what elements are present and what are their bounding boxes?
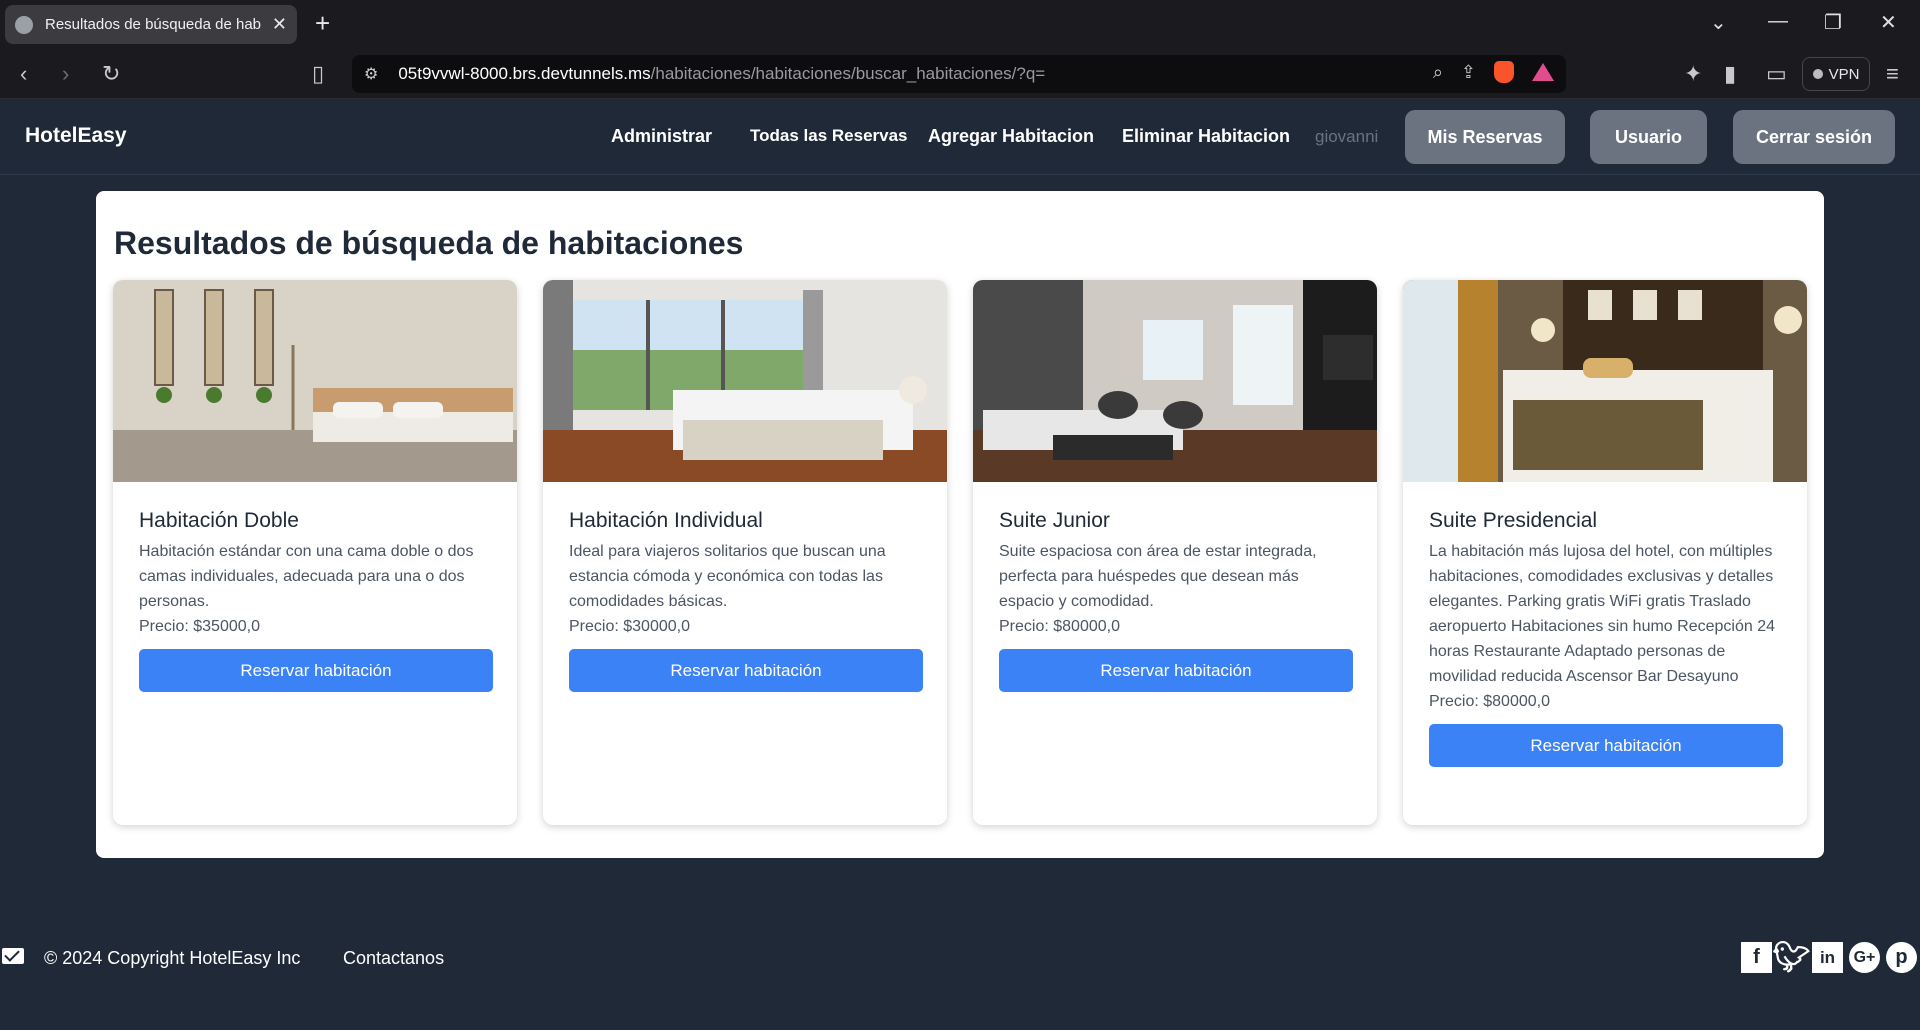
forward-icon[interactable]: ›	[62, 61, 69, 87]
brave-rewards-icon[interactable]	[1532, 63, 1554, 81]
back-icon[interactable]: ‹	[20, 61, 27, 87]
wallet-icon[interactable]: ▭	[1766, 61, 1787, 87]
zoom-icon[interactable]: ⌕	[1433, 62, 1443, 83]
minimize-icon[interactable]: —	[1768, 10, 1788, 33]
share-icon[interactable]: ⇪	[1461, 62, 1476, 83]
url-path: /habitaciones/habitaciones/buscar_habita…	[650, 64, 1046, 83]
app-navbar: HotelEasy Administrar Todas las Reservas…	[0, 99, 1920, 175]
facebook-icon[interactable]: f	[1741, 942, 1772, 973]
nav-link-eliminar-habitacion[interactable]: Eliminar Habitacion	[1122, 126, 1290, 147]
tab-search-chevron-icon[interactable]: ⌄	[1710, 10, 1727, 35]
linkedin-icon[interactable]: in	[1812, 942, 1843, 973]
room-name: Habitación Individual	[569, 509, 763, 532]
site-settings-icon[interactable]: ⚙	[364, 64, 378, 84]
room-image-suite-junior	[973, 280, 1377, 482]
room-name: Suite Junior	[999, 509, 1110, 532]
usuario-button[interactable]: Usuario	[1590, 110, 1707, 164]
username-label: giovanni	[1315, 127, 1379, 146]
browser-toolbar: ‹ › ↻ ▯ ⚙ 05t9vvwl-8000.brs.devtunnels.m…	[0, 49, 1920, 99]
google-plus-icon[interactable]: G+	[1849, 942, 1880, 973]
room-image-suite-presidencial	[1403, 280, 1807, 482]
room-description: La habitación más lujosa del hotel, con …	[1429, 543, 1775, 685]
mis-reservas-button[interactable]: Mis Reservas	[1405, 110, 1565, 164]
bookmark-icon[interactable]: ▯	[312, 61, 324, 87]
reserve-button[interactable]: Reservar habitación	[999, 649, 1353, 692]
tab-title: Resultados de búsqueda de hab	[45, 16, 262, 33]
room-description: Ideal para viajeros solitarios que busca…	[569, 543, 886, 610]
close-window-icon[interactable]: ✕	[1880, 10, 1897, 35]
menu-icon[interactable]: ≡	[1886, 61, 1899, 87]
room-card: Habitación Doble Habitación estándar con…	[113, 280, 517, 825]
room-description: Suite espaciosa con área de estar integr…	[999, 543, 1317, 610]
room-image-habitacion-individual	[543, 280, 947, 482]
browser-tab-bar: Resultados de búsqueda de hab ✕ + ⌄ — ❐ …	[0, 0, 1920, 49]
room-description: Habitación estándar con una cama doble o…	[139, 543, 474, 610]
reload-icon[interactable]: ↻	[102, 61, 120, 87]
nav-link-todas-reservas[interactable]: Todas las Reservas	[750, 126, 908, 146]
sidebar-icon[interactable]: ▮	[1724, 61, 1736, 87]
vpn-status-icon	[1812, 69, 1823, 79]
room-card: Suite Junior Suite espaciosa con área de…	[973, 280, 1377, 825]
room-price: Precio: $35000,0	[139, 618, 260, 635]
copyright-text: © 2024 Copyright HotelEasy Inc	[44, 948, 301, 968]
browser-tab[interactable]: Resultados de búsqueda de hab ✕	[5, 5, 297, 44]
room-name: Suite Presidencial	[1429, 509, 1598, 532]
room-card: Habitación Individual Ideal para viajero…	[543, 280, 947, 825]
globe-icon	[15, 15, 33, 34]
address-bar[interactable]: ⚙ 05t9vvwl-8000.brs.devtunnels.ms /habit…	[352, 55, 1566, 93]
pinterest-icon[interactable]: p	[1886, 942, 1917, 973]
nav-link-agregar-habitacion[interactable]: Agregar Habitacion	[928, 126, 1094, 147]
mail-icon	[2, 948, 24, 964]
twitter-icon[interactable]: 🐦︎	[1772, 941, 1810, 974]
url-host: 05t9vvwl-8000.brs.devtunnels.ms	[398, 64, 651, 83]
results-panel: Resultados de búsqueda de habitaciones H…	[96, 191, 1824, 858]
restore-icon[interactable]: ❐	[1824, 10, 1842, 35]
room-card: Suite Presidencial La habitación más luj…	[1403, 280, 1807, 825]
cerrar-sesion-button[interactable]: Cerrar sesión	[1733, 110, 1895, 164]
room-price: Precio: $80000,0	[999, 618, 1120, 635]
room-price: Precio: $80000,0	[1429, 693, 1550, 710]
vpn-button[interactable]: VPN	[1802, 57, 1870, 91]
extensions-icon[interactable]: ✦	[1684, 61, 1702, 87]
reserve-button[interactable]: Reservar habitación	[569, 649, 923, 692]
nav-link-administrar[interactable]: Administrar	[611, 126, 712, 147]
brave-shields-icon[interactable]	[1494, 61, 1514, 83]
room-name: Habitación Doble	[139, 509, 299, 532]
reserve-button[interactable]: Reservar habitación	[139, 649, 493, 692]
close-tab-icon[interactable]: ✕	[272, 14, 287, 35]
vpn-label: VPN	[1828, 65, 1860, 83]
room-image-habitacion-doble	[113, 280, 517, 482]
room-price: Precio: $30000,0	[569, 618, 690, 635]
contact-link[interactable]: Contactanos	[343, 948, 444, 969]
brand-logo[interactable]: HotelEasy	[25, 124, 127, 148]
page-title: Resultados de búsqueda de habitaciones	[114, 225, 744, 261]
new-tab-icon[interactable]: +	[315, 8, 330, 39]
reserve-button[interactable]: Reservar habitación	[1429, 724, 1783, 767]
footer: © 2024 Copyright HotelEasy Inc Contactan…	[0, 930, 1920, 990]
